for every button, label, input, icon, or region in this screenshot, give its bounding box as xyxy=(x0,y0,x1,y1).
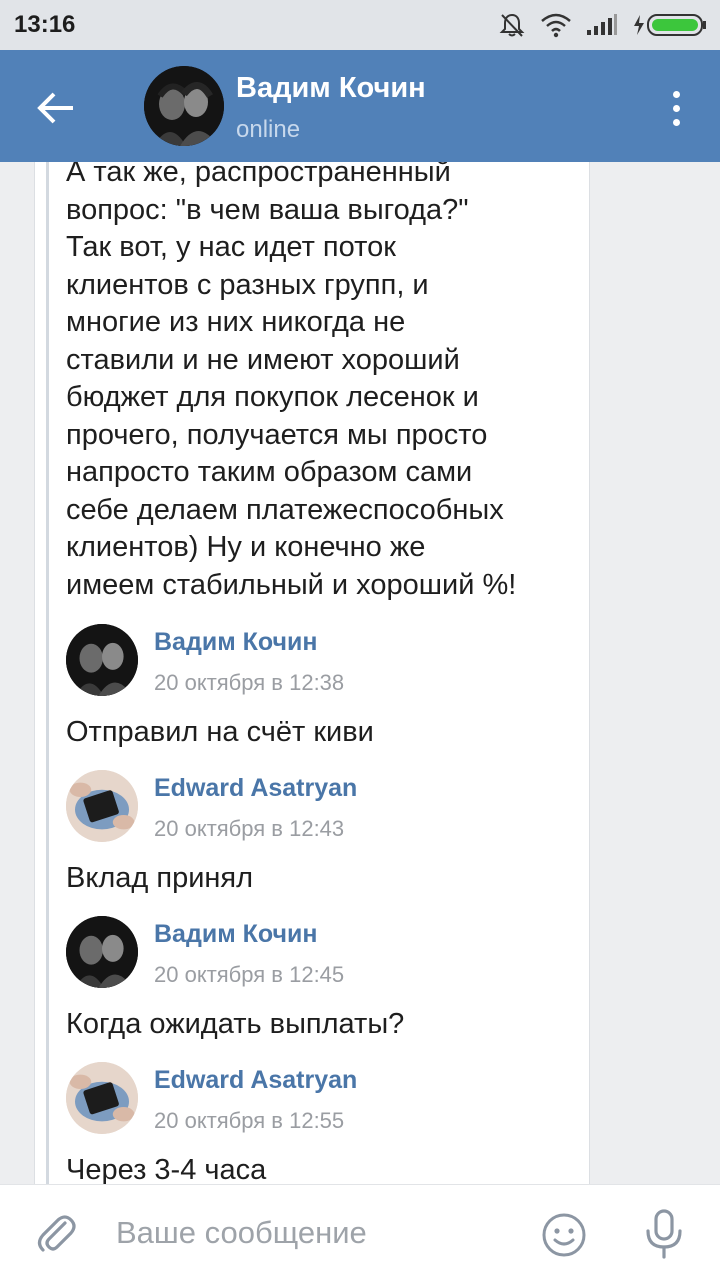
back-button[interactable] xyxy=(28,80,84,136)
message-date: 20 октября в 12:43 xyxy=(154,816,345,841)
message-date: 20 октября в 12:55 xyxy=(154,1108,345,1133)
microphone-icon xyxy=(646,1209,682,1259)
forwarded-text-line: напросто таким образом сами xyxy=(66,456,473,488)
forwarded-text-line: бюджет для покупок лесенок и xyxy=(66,381,479,413)
message-author-row: Вадим Кочин 20 октября в 12:45 xyxy=(66,916,546,988)
chat-header: Вадим Кочин online xyxy=(0,50,720,162)
contact-status: online xyxy=(236,116,301,143)
forwarded-text-line: клиентов) Ну и конечно же xyxy=(66,531,426,563)
status-icons xyxy=(498,10,708,40)
message-text: Вклад принял xyxy=(66,862,254,894)
author-name[interactable]: Edward Asatryan xyxy=(154,1066,357,1095)
forwarded-text-line: себе делаем платежеспособных xyxy=(66,493,504,526)
forward-quote-bar xyxy=(46,162,49,1184)
battery-charging-icon xyxy=(634,14,706,36)
contact-name[interactable]: Вадим Кочин xyxy=(236,72,426,105)
message-text: Через 3-4 часа xyxy=(66,1154,267,1184)
message-input[interactable]: Ваше сообщение xyxy=(116,1215,367,1251)
message-date: 20 октября в 12:45 xyxy=(154,962,345,987)
message-date: 20 октября в 12:38 xyxy=(154,670,345,695)
author-name[interactable]: Edward Asatryan xyxy=(154,774,357,803)
forwarded-text-line: клиентов с разных групп, и xyxy=(66,268,429,301)
author-name[interactable]: Вадим Кочин xyxy=(154,920,318,949)
avatar-photo xyxy=(144,66,224,146)
forwarded-text-block: А так же, распространенный вопрос: "в че… xyxy=(66,162,576,604)
forwarded-text-line: Так вот, у нас идет поток xyxy=(66,231,396,263)
message-author-row: Вадим Кочин 20 октября в 12:38 xyxy=(66,624,546,696)
author-avatar[interactable] xyxy=(66,916,138,988)
forwarded-text-line: ставили и не имеют хороший xyxy=(66,343,460,376)
author-avatar[interactable] xyxy=(66,770,138,842)
voice-button[interactable] xyxy=(640,1207,688,1261)
contact-avatar[interactable] xyxy=(144,66,224,146)
forwarded-text-line: имеем стабильный и хороший %! xyxy=(66,568,517,601)
menu-dots-icon[interactable] xyxy=(656,80,696,136)
author-avatar[interactable] xyxy=(66,624,138,696)
status-bar: 13:16 xyxy=(0,0,720,50)
back-arrow-icon xyxy=(37,92,73,124)
compose-bar: Ваше сообщение xyxy=(0,1184,720,1280)
message-author-row: Edward Asatryan 20 октября в 12:55 xyxy=(66,1062,546,1134)
status-time: 13:16 xyxy=(14,11,76,38)
signal-icon xyxy=(587,14,617,35)
author-name[interactable]: Вадим Кочин xyxy=(154,628,318,657)
forwarded-text-line: вопрос: "в чем ваша выгода?" xyxy=(66,193,469,226)
message-author-row: Edward Asatryan 20 октября в 12:43 xyxy=(66,770,546,842)
message-text: Отправил на счёт киви xyxy=(66,716,374,748)
emoji-button[interactable] xyxy=(540,1211,588,1259)
message-list[interactable]: А так же, распространенный вопрос: "в че… xyxy=(0,162,720,1184)
forwarded-text-line: прочего, получается мы просто xyxy=(66,418,488,451)
forwarded-text-line: А так же, распространенный xyxy=(66,162,451,188)
attach-clip-icon xyxy=(37,1215,76,1252)
emoji-icon xyxy=(542,1213,586,1257)
forwarded-text-line: многие из них никогда не xyxy=(66,306,406,338)
attach-button[interactable] xyxy=(32,1209,80,1257)
mute-bell-icon xyxy=(499,13,525,37)
message-text: Когда ожидать выплаты? xyxy=(66,1008,405,1040)
author-avatar[interactable] xyxy=(66,1062,138,1134)
wifi-icon xyxy=(541,13,571,38)
